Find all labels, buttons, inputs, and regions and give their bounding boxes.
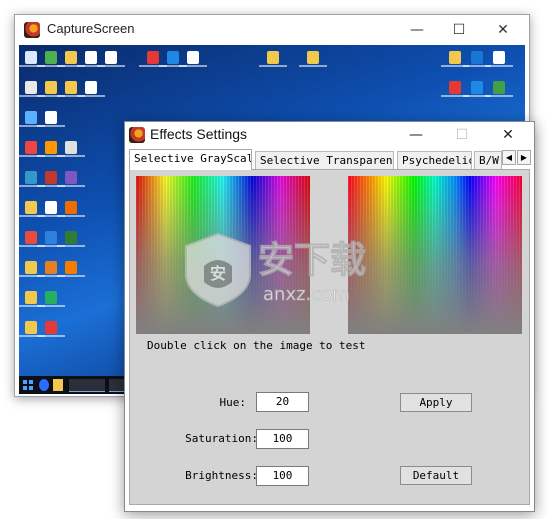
taskbar-app-button xyxy=(69,379,105,392)
capturescreen-titlebar[interactable]: CaptureScreen — ☐ ✕ xyxy=(15,15,529,45)
effects-settings-title: Effects Settings xyxy=(150,126,248,142)
watermark-title: 安下载 xyxy=(258,240,366,281)
desktop-icon xyxy=(57,171,85,187)
desktop-icon xyxy=(179,51,207,67)
chevron-left-icon: ◀ xyxy=(505,153,513,162)
brightness-label: Brightness: xyxy=(185,469,258,482)
tab-scroll-right-button[interactable]: ▶ xyxy=(517,150,531,165)
desktop-icon xyxy=(259,51,287,67)
maximize-button[interactable]: ☐ xyxy=(439,15,479,45)
brightness-input[interactable]: 100 xyxy=(256,466,309,486)
desktop-icon xyxy=(77,81,105,97)
desktop-icon xyxy=(441,51,469,67)
saturation-label: Saturation: xyxy=(185,432,258,445)
desktop-icon xyxy=(441,81,469,97)
maximize-button: ☐ xyxy=(455,127,469,143)
desktop-icon xyxy=(463,51,491,67)
saturation-input[interactable]: 100 xyxy=(256,429,309,449)
apply-button[interactable]: Apply xyxy=(400,393,472,412)
desktop-icon xyxy=(57,201,85,217)
desktop-icon xyxy=(37,291,65,307)
desktop-icon xyxy=(463,81,491,97)
watermark-url: anxz.com xyxy=(263,284,350,305)
taskbar-app-icon xyxy=(53,379,63,391)
desktop-icon xyxy=(485,81,513,97)
desktop-icon xyxy=(37,111,65,127)
preview-hint-text: Double click on the image to test xyxy=(147,339,366,352)
tab-selective-transparent[interactable]: Selective Transparent xyxy=(255,151,394,169)
default-button[interactable]: Default xyxy=(400,466,472,485)
hue-input[interactable]: 20 xyxy=(256,392,309,412)
tab-psychedelic[interactable]: Psychedelic xyxy=(397,151,472,169)
effects-settings-titlebar[interactable]: Effects Settings — ☐ ✕ xyxy=(125,122,534,148)
desktop-icon xyxy=(299,51,327,67)
tab-bw[interactable]: B/W. xyxy=(474,151,502,169)
desktop-icon xyxy=(57,141,85,157)
close-button[interactable]: ✕ xyxy=(485,122,531,148)
desktop-icon xyxy=(485,51,513,67)
hue-label: Hue: xyxy=(219,396,247,409)
chevron-right-icon: ▶ xyxy=(520,153,528,162)
desktop-icon xyxy=(57,231,85,247)
watermark-shield-glyph: 安 xyxy=(210,264,226,283)
selective-grayscale-panel: Double click on the image to test Hue: 2… xyxy=(129,169,530,505)
close-button[interactable]: ✕ xyxy=(483,15,523,45)
app-logo-icon xyxy=(129,127,145,143)
desktop-icon xyxy=(57,261,85,277)
capturescreen-title: CaptureScreen xyxy=(47,21,135,36)
effects-settings-window: Effects Settings — ☐ ✕ Selective GraySca… xyxy=(124,121,535,512)
tab-scroll-left-button[interactable]: ◀ xyxy=(502,150,516,165)
minimize-button[interactable]: — xyxy=(393,122,439,148)
start-icon xyxy=(23,380,33,390)
tab-selective-grayscale[interactable]: Selective GrayScale xyxy=(129,149,252,170)
effects-tabs: Selective GrayScale Selective Transparen… xyxy=(129,149,531,170)
minimize-button[interactable]: — xyxy=(397,15,437,45)
taskbar-app-icon xyxy=(39,379,49,391)
desktop-icon xyxy=(37,321,65,337)
desktop-icon xyxy=(97,51,125,67)
watermark-logo: 安 安下载 anxz.com xyxy=(185,232,367,308)
app-logo-icon xyxy=(24,22,40,38)
